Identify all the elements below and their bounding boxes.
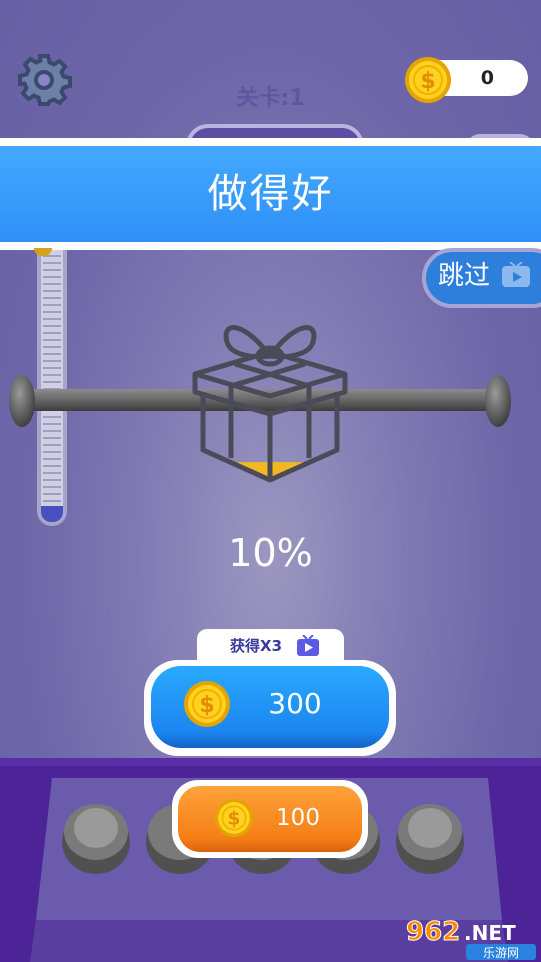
video-ad-icon (297, 635, 319, 656)
skip-label: 跳过 (438, 261, 491, 291)
reward-amount: 300 (268, 687, 322, 720)
bottom-panel-edge (0, 758, 541, 766)
svg-text:962: 962 (406, 917, 460, 947)
watermark-logo: 962 .NET 乐游网 (406, 917, 536, 960)
svg-text:.NET: .NET (464, 921, 516, 945)
svg-text:$: $ (199, 693, 214, 718)
svg-text:乐游网: 乐游网 (483, 946, 519, 960)
svg-text:$: $ (228, 809, 241, 830)
coin-icon: $ (214, 798, 254, 838)
banner-text: 做得好 (207, 171, 334, 217)
peg-slot-1 (62, 804, 130, 874)
video-ad-icon (502, 262, 530, 287)
coin-icon: $ (184, 681, 230, 727)
gift-box-icon (192, 325, 348, 483)
multiplier-label: 获得X3 (230, 637, 283, 655)
claim-amount: 100 (276, 805, 320, 831)
progress-percent: 10% (228, 531, 313, 575)
coin-icon: $ (405, 57, 451, 103)
peg-slot-5 (396, 804, 464, 874)
coin-count: 0 (480, 67, 494, 89)
svg-text:$: $ (420, 69, 435, 94)
